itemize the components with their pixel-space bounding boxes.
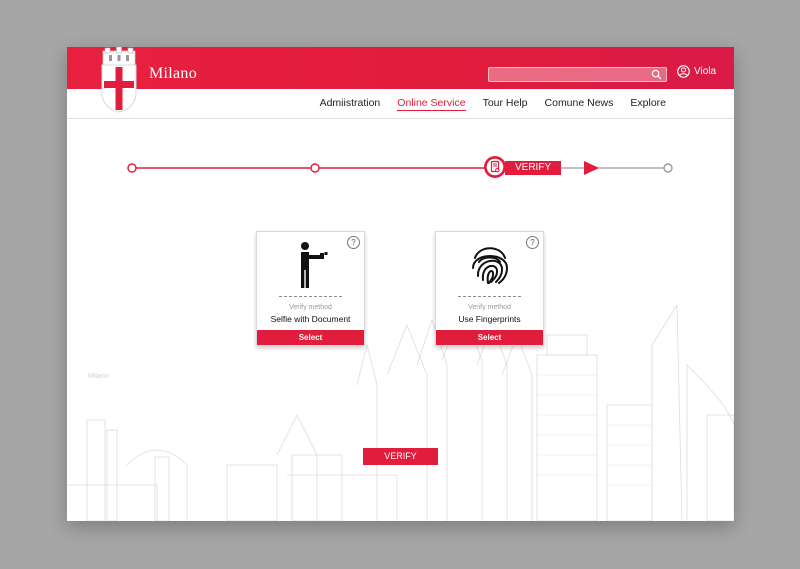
nav-item-tour-help[interactable]: Tour Help	[483, 97, 528, 111]
help-icon[interactable]: ?	[347, 236, 360, 249]
divider	[279, 296, 342, 297]
step-2-dot	[310, 163, 320, 173]
select-fingerprint-button[interactable]: Select	[436, 330, 543, 345]
verify-button[interactable]: VERIFY	[363, 448, 438, 465]
nav-bar: Admiistration Online Service Tour Help C…	[67, 89, 734, 119]
divider	[458, 296, 521, 297]
user-icon	[677, 65, 690, 78]
fingerprint-icon	[472, 247, 509, 284]
search-icon[interactable]	[651, 69, 662, 80]
method-caption: Verify method	[468, 304, 511, 311]
user-menu[interactable]: Viola	[677, 65, 716, 78]
header-bar: Milano Viola	[67, 47, 734, 89]
nav-item-comune-news[interactable]: Comune News	[545, 97, 614, 111]
search-input[interactable]	[488, 67, 667, 82]
background-label: Milano	[88, 373, 109, 380]
select-selfie-button[interactable]: Select	[257, 330, 364, 345]
app-window: Milano Viola Admiistration Online Servic…	[67, 47, 734, 521]
method-card-fingerprint[interactable]: ? Verify method Use Fingerprints Select	[435, 231, 544, 346]
brand-name: Milano	[149, 65, 198, 82]
method-card-selfie[interactable]: ? Verify method Selfie with Document Sel…	[256, 231, 365, 346]
milano-skyline-illustration	[67, 305, 734, 521]
step-1-dot	[127, 163, 137, 173]
nav-item-explore[interactable]: Explore	[630, 97, 666, 111]
selfie-person-icon	[301, 242, 328, 288]
verify-document-icon	[484, 156, 506, 178]
current-step-arrow	[584, 161, 599, 175]
step-4-dot	[663, 163, 673, 173]
nav-item-administration[interactable]: Admiistration	[320, 97, 381, 111]
user-name: Viola	[694, 66, 717, 77]
method-caption: Verify method	[289, 304, 332, 311]
help-icon[interactable]: ?	[526, 236, 539, 249]
nav-item-online-service[interactable]: Online Service	[397, 97, 466, 111]
method-title: Use Fingerprints	[458, 314, 521, 324]
method-title: Selfie with Document	[270, 314, 351, 324]
milano-crest-logo[interactable]	[101, 47, 137, 113]
main-menu: Admiistration Online Service Tour Help C…	[320, 97, 666, 111]
